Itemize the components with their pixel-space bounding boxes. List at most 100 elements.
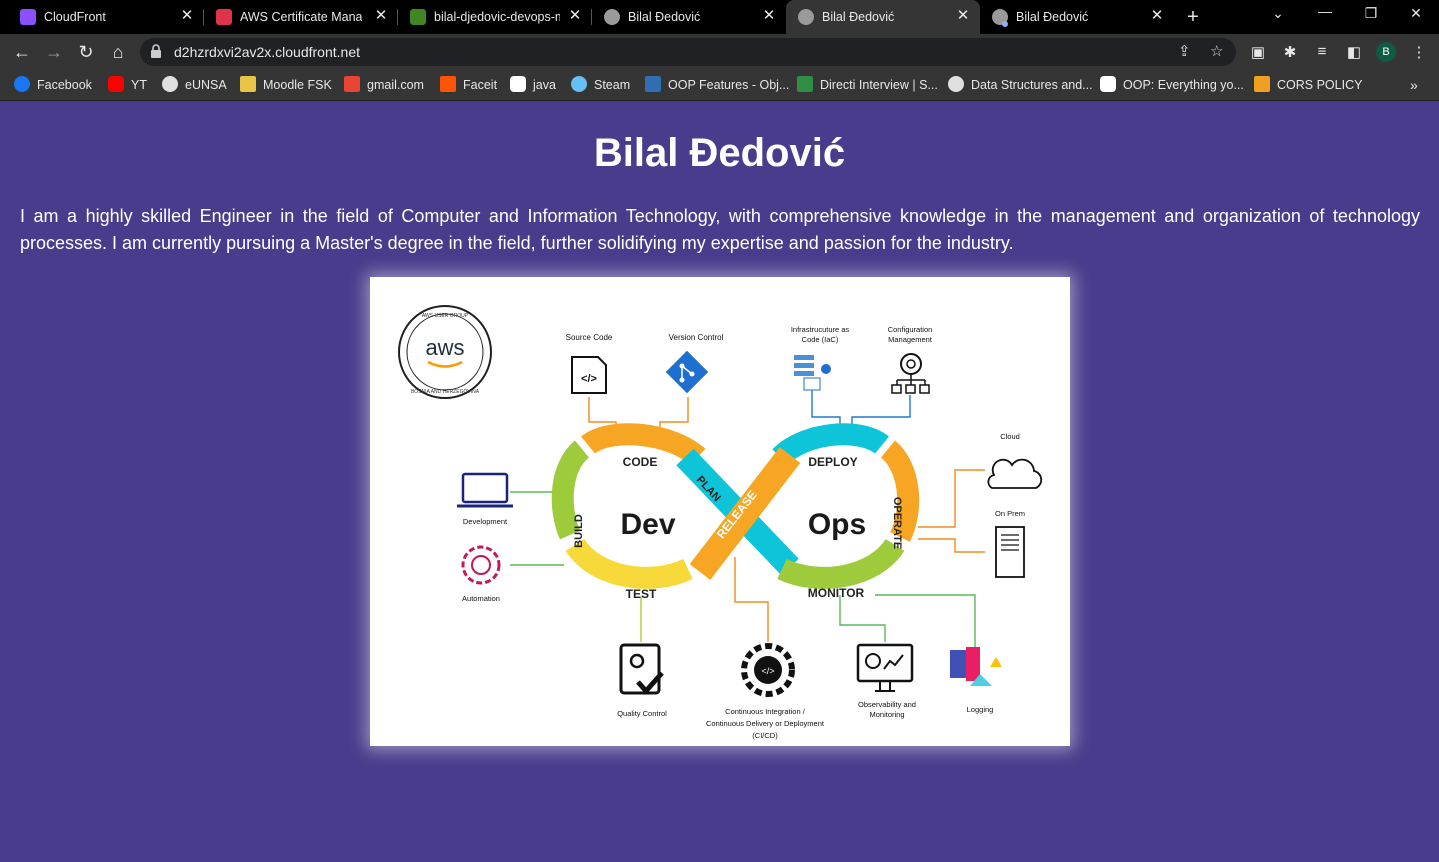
forward-icon[interactable]: → [42,40,66,64]
minimize-button[interactable]: — [1315,3,1335,19]
segment-deploy: DEPLOY [808,455,857,469]
bookmark-java[interactable]: java [510,76,556,95]
tab-strip: CloudFront ✕ AWS Certificate Manage ✕ bi… [0,0,1439,34]
reload-icon[interactable]: ↻ [74,40,98,64]
globe-icon [604,9,620,25]
svg-text:</>: </> [761,666,774,676]
facebook-icon [14,76,30,92]
stackoverflow-icon [1254,76,1270,92]
tab-aws-certificate[interactable]: AWS Certificate Manage ✕ [204,0,398,34]
bookmarks-bar: Facebook YT eUNSA Moodle FSK gmail.com F… [0,70,1439,101]
devops-diagram: aws AWS USER GROUP BOSNIA AND HERZEGOVIN… [370,277,1070,746]
media-control-icon[interactable]: ≡ [1313,43,1331,60]
tab-bilal-3[interactable]: Bilal Đedović ✕ [980,0,1174,34]
address-bar[interactable]: d2hzrdxvi2av2x.cloudfront.net ⇪ ☆ [140,38,1236,66]
side-panel-icon[interactable]: ◧ [1345,43,1363,61]
label-development: Development [463,517,508,526]
bookmark-gmail[interactable]: gmail.com [344,76,424,95]
restore-button[interactable]: ❐ [1361,5,1381,22]
segment-operate: OPERATE [891,497,903,549]
bookmark-steam[interactable]: Steam [571,76,631,95]
tab-title: Bilal Đedović [1016,10,1089,24]
label-quality-control: Quality Control [617,709,667,718]
laptop-icon [457,472,513,508]
gmail-icon [344,76,360,92]
menu-icon[interactable]: ⋮ [1410,43,1428,61]
bookmark-label: Steam [594,78,631,92]
badge-ring-text: AWS USER GROUP [422,313,469,319]
s3-bucket-icon [410,9,426,25]
puzzle-icon[interactable]: ✱ [1281,43,1299,61]
dev-label: Dev [620,508,675,541]
medium-icon [1100,76,1116,92]
tab-bilal-1[interactable]: Bilal Đedović ✕ [592,0,786,34]
bookmark-label: Directi Interview | S... [820,78,938,92]
label-observability-2: Monitoring [869,710,904,719]
tab-title: CloudFront [44,10,106,24]
bookmark-star-icon[interactable]: ☆ [1210,42,1223,60]
segment-code: CODE [623,455,658,469]
close-window-button[interactable]: ✕ [1406,5,1426,22]
label-version-control: Version Control [669,333,724,342]
label-source-code: Source Code [566,333,613,342]
back-icon[interactable]: ← [10,40,34,64]
segment-test: TEST [626,587,657,601]
bookmark-facebook[interactable]: Facebook [14,76,92,95]
aws-user-group-badge: aws AWS USER GROUP BOSNIA AND HERZEGOVIN… [398,305,492,399]
label-automation: Automation [462,594,500,603]
tab-cloudfront[interactable]: CloudFront ✕ [8,0,204,34]
close-icon[interactable]: ✕ [566,7,584,25]
label-iac-1: Infrastrucuture as [791,325,850,334]
bookmark-label: Facebook [37,78,92,92]
server-icon [995,526,1025,578]
tab-title: bilal-djedovic-devops-m [434,10,560,24]
new-tab-button[interactable]: + [1182,6,1204,28]
bookmark-oop-features[interactable]: OOP Features - Obj... [645,76,789,95]
tab-s3-bucket[interactable]: bilal-djedovic-devops-m ✕ [398,0,592,34]
segment-build: BUILD [573,514,585,548]
globe-icon [798,9,814,25]
tab-bilal-active[interactable]: Bilal Đedović ✕ [786,0,980,34]
monitoring-screen-icon [856,643,914,692]
intro-paragraph: I am a highly skilled Engineer in the fi… [20,206,1420,253]
home-icon[interactable]: ⌂ [106,40,130,64]
aws-cert-icon [216,9,232,25]
more-bookmarks-icon[interactable]: » [1410,77,1418,95]
steam-icon [571,76,587,92]
close-icon[interactable]: ✕ [954,7,972,25]
share-icon[interactable]: ⇪ [1178,42,1191,60]
automation-gear-icon [461,545,501,585]
bookmark-moodle[interactable]: Moodle FSK [240,76,332,95]
bookmark-eunsa[interactable]: eUNSA [162,76,227,95]
extension-icon[interactable]: ▣ [1249,43,1267,61]
label-on-prem: On Prem [995,509,1025,518]
tab-title: Bilal Đedović [822,10,895,24]
segment-monitor: MONITOR [808,586,865,600]
url-text[interactable]: d2hzrdxvi2av2x.cloudfront.net [174,44,360,60]
gfg-icon [797,76,813,92]
bookmark-label: CORS POLICY [1277,78,1363,92]
badge-ring-text-2: BOSNIA AND HERZEGOVINA [411,389,480,395]
globe-icon [162,76,178,92]
label-config-1: Configuration [888,325,933,334]
close-icon[interactable]: ✕ [1148,7,1166,25]
close-icon[interactable]: ✕ [760,7,778,25]
label-cicd-3: (CI/CD) [752,731,778,740]
bookmark-oop-everything[interactable]: OOP: Everything yo... [1100,76,1244,95]
tab-search-icon[interactable]: ⌄ [1268,5,1288,22]
bookmark-yt[interactable]: YT [108,76,147,95]
bookmark-data-structures[interactable]: Data Structures and... [948,76,1093,95]
label-config-2: Management [888,335,933,344]
close-icon[interactable]: ✕ [178,7,196,25]
label-cicd-2: Continuous Delivery or Deployment [706,719,825,728]
sf-icon [645,76,661,92]
close-icon[interactable]: ✕ [372,7,390,25]
tab-title: Bilal Đedović [628,10,701,24]
version-control-icon [665,350,709,394]
profile-avatar[interactable]: B [1376,42,1396,62]
bookmark-faceit[interactable]: Faceit [440,76,497,95]
lock-icon[interactable] [150,44,162,63]
label-logging: Logging [967,705,994,714]
bookmark-directi[interactable]: Directi Interview | S... [797,76,938,95]
bookmark-cors-policy[interactable]: CORS POLICY [1254,76,1363,95]
